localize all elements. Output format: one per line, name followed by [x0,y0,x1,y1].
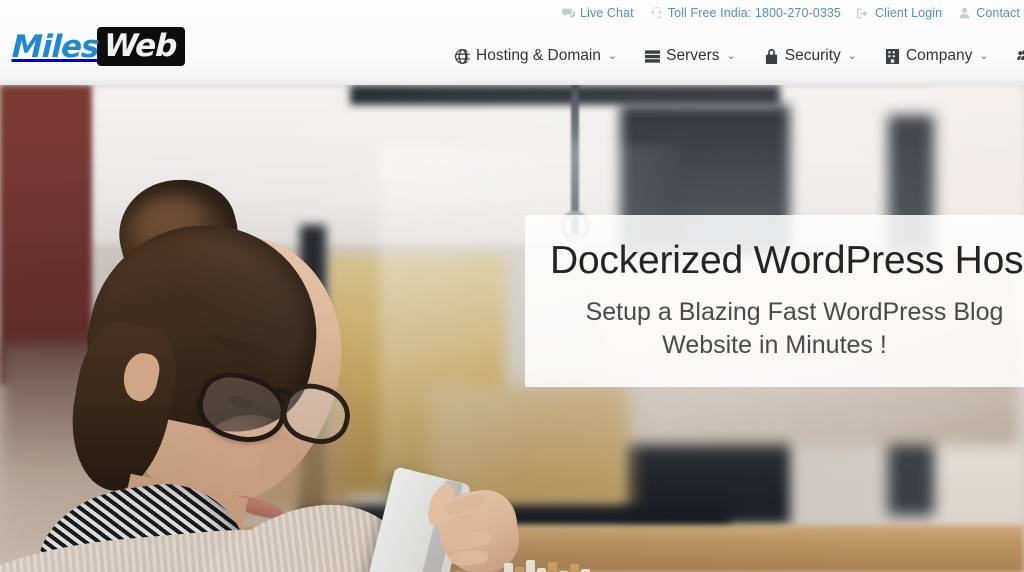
chat-bubbles-icon [562,7,576,20]
nav-item-label: Hosting & Domain [476,47,601,64]
page-root: Live Chat Toll Free India: 1800-270-0335… [0,0,1024,572]
nav-item-servers[interactable]: Servers ⌄ [645,47,736,65]
logo-text-miles: Miles [11,28,100,65]
photo-sugar-sticks [502,559,606,572]
photo-sugar-stick [537,568,546,572]
hero-subheadline: Setup a Blazing Fast WordPress Blog Webs… [586,296,1004,362]
topbar-link-label: Contact [976,6,1020,20]
photo-frame-top [350,85,780,105]
chevron-down-icon: ⌄ [607,49,618,62]
nav-item-label: Company [905,47,973,64]
chevron-down-icon: ⌄ [847,49,857,62]
chevron-down-icon: ⌄ [979,49,989,62]
topbar-link-live-chat[interactable]: Live Chat [562,6,634,20]
hero-subheadline-line2: Website in Minutes ! [662,331,887,360]
hero-banner: Dockerized WordPress Host Setup a Blazin… [0,85,1024,572]
topbar-link-label: Toll Free India: 1800-270-0335 [667,6,841,20]
site-header: Live Chat Toll Free India: 1800-270-0335… [0,0,1024,85]
hero-headline: Dockerized WordPress Host [549,238,1024,282]
photo-sugar-stick [526,560,535,572]
user-icon [958,7,971,20]
globe-icon [455,48,470,64]
nav-item-label: Servers [666,47,720,64]
topbar-link-client-login[interactable]: Client Login [857,6,942,20]
photo-sugar-stick [504,563,513,572]
logo-web-box: Web [96,27,186,66]
topbar-link-contact[interactable]: Contact [958,6,1020,20]
lock-icon [764,48,779,64]
logo-text-web: Web [102,28,177,64]
photo-bg-wall-left [0,85,92,385]
hero-subheadline-line1: Setup a Blazing Fast WordPress Blog [585,298,1004,327]
photo-sugar-stick [548,562,557,572]
topbar-link-label: Client Login [875,6,943,20]
building-icon [885,48,900,64]
nav-item-label: Security [784,47,841,64]
headset-icon [650,6,663,20]
nav-item-hosting-and-domain[interactable]: Hosting & Domain ⌄ [455,47,617,65]
nav-item-security[interactable]: Security ⌄ [764,47,857,65]
site-logo[interactable]: Miles Web [11,27,186,66]
topbar-link-tollfree[interactable]: Toll Free India: 1800-270-0335 [650,6,841,20]
photo-sugar-stick [570,564,579,572]
hero-text-panel: Dockerized WordPress Host Setup a Blazin… [525,215,1024,387]
nav-item-company[interactable]: Company ⌄ [885,47,989,65]
people-group-icon [1016,49,1024,64]
utility-topbar: Live Chat Toll Free India: 1800-270-0335… [0,0,1024,26]
photo-sugar-stick [515,567,524,572]
nav-item-partners[interactable]: Pa [1016,47,1024,65]
sign-in-icon [857,7,870,20]
chevron-down-icon: ⌄ [726,49,736,62]
server-rack-icon [645,49,661,64]
main-navigation: Hosting & Domain ⌄ Servers ⌄ Security ⌄ [455,40,1024,72]
topbar-link-label: Live Chat [580,6,634,20]
